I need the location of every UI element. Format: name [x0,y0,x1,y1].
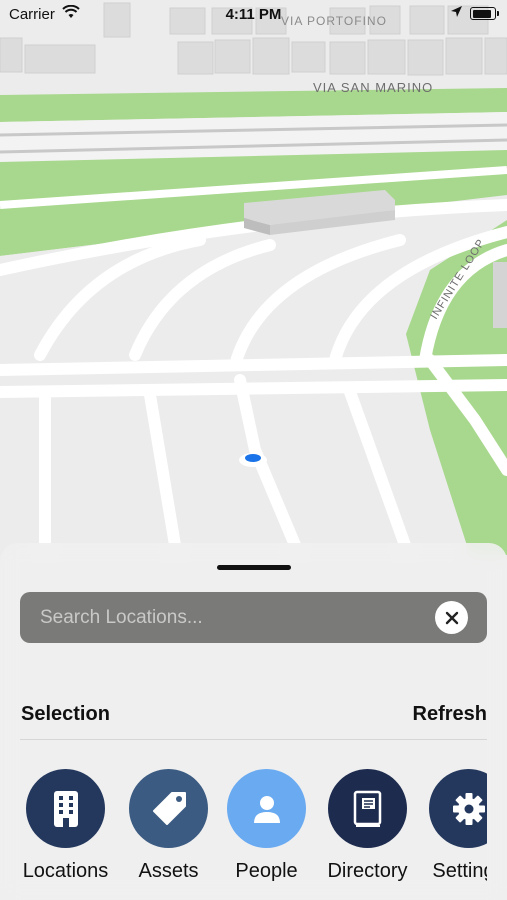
bottom-sheet: Selection Refresh Locations Assets Peopl… [0,543,507,900]
category-directory[interactable]: Directory [322,769,422,900]
category-label: Settings [432,860,487,882]
refresh-button[interactable]: Refresh [413,703,487,726]
book-icon [328,769,407,848]
selection-title: Selection [21,703,110,725]
category-assets[interactable]: Assets [123,769,223,900]
divider [20,739,487,740]
street-label-via-san-marino: VIA SAN MARINO [313,80,433,95]
category-locations[interactable]: Locations [20,769,120,900]
category-list: Locations Assets People Directory Settin [20,769,487,900]
category-people[interactable]: People [221,769,321,900]
category-label: People [235,860,298,882]
tag-icon [129,769,208,848]
search-input[interactable] [20,592,420,643]
sheet-grabber-handle[interactable] [217,565,291,570]
category-settings[interactable]: Settings [423,769,487,900]
category-label: Assets [138,860,199,882]
building-icon [26,769,105,848]
location-arrow-icon [450,5,463,22]
gear-icon [429,769,487,848]
battery-fill [472,9,491,18]
user-location-marker[interactable] [239,453,267,467]
category-label: Locations [22,860,109,882]
battery-icon [470,7,499,20]
close-icon [445,611,458,624]
search-bar [20,592,487,643]
person-icon [227,769,306,848]
category-label: Directory [327,860,408,882]
clock: 4:11 PM [225,6,282,23]
clear-search-button[interactable] [435,601,468,634]
status-bar: Carrier 4:11 PM [0,0,507,30]
